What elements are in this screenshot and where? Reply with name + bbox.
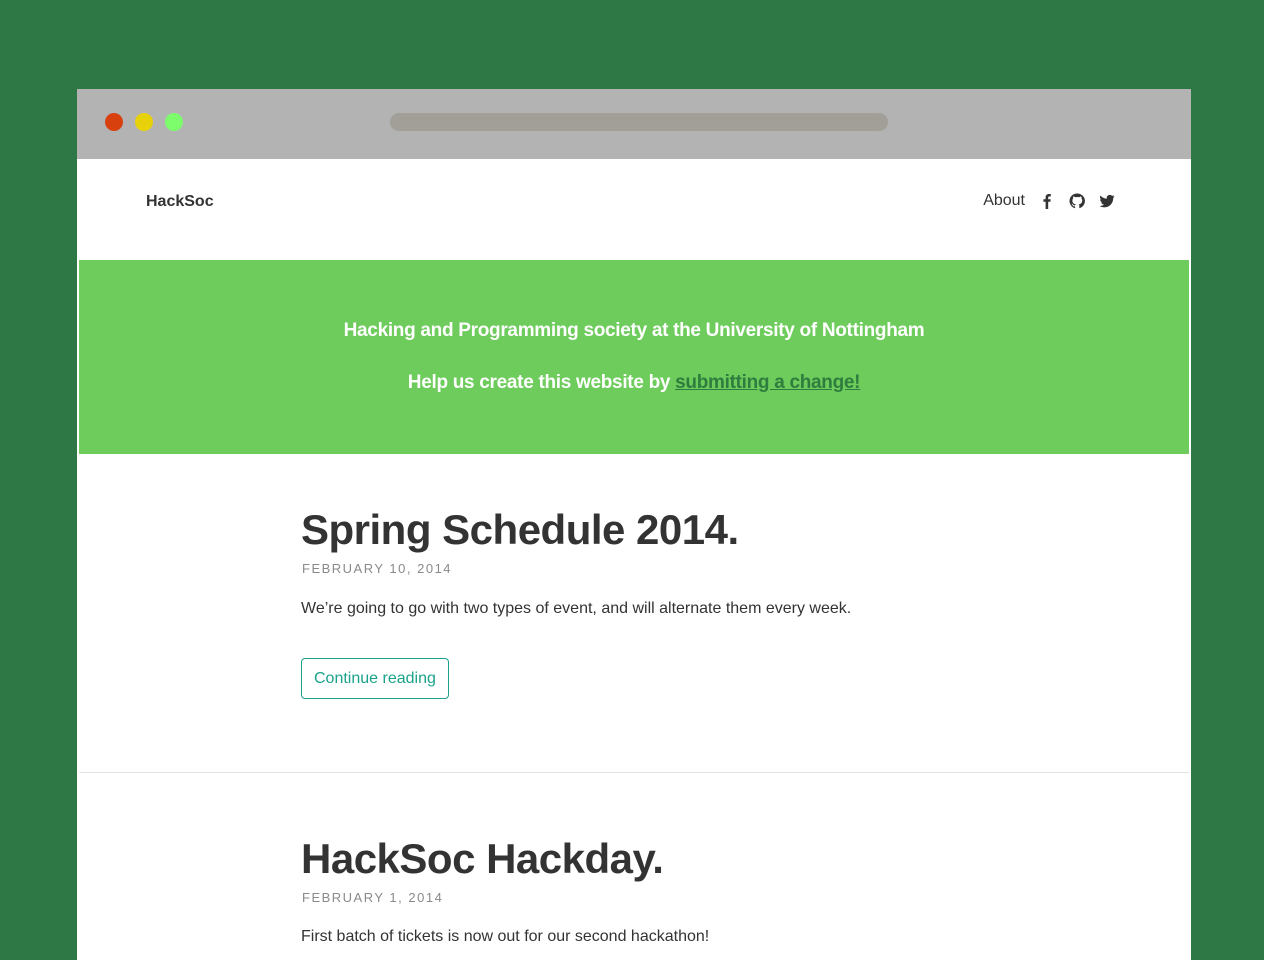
maximize-window-dot[interactable] [165, 113, 183, 131]
browser-window: HackSoc About Hacking and Programming so… [77, 89, 1191, 960]
page-content: HackSoc About Hacking and Programming so… [79, 159, 1189, 960]
hero-cta-prefix: Help us create this website by [407, 372, 676, 393]
continue-reading-button[interactable]: Continue reading [301, 658, 449, 699]
github-icon[interactable] [1069, 193, 1085, 209]
hero-banner: Hacking and Programming society at the U… [79, 260, 1189, 454]
post-date: FEBRUARY 10, 2014 [302, 561, 453, 576]
post-excerpt: First batch of tickets is now out for ou… [301, 928, 710, 945]
post-date: FEBRUARY 1, 2014 [302, 890, 444, 905]
close-window-dot[interactable] [105, 113, 123, 131]
post-item: HackSoc Hackday. FEBRUARY 1, 2014 First … [79, 773, 1189, 960]
facebook-icon[interactable] [1039, 193, 1055, 209]
browser-titlebar [77, 89, 1191, 159]
nav-links: About [983, 192, 1115, 210]
hero-tagline: Hacking and Programming society at the U… [343, 320, 925, 341]
hero-cta: Help us create this website by submittin… [79, 372, 1189, 394]
site-header: HackSoc About [79, 159, 1189, 259]
post-title[interactable]: Spring Schedule 2014. [301, 506, 739, 554]
nav-about-link[interactable]: About [983, 192, 1025, 210]
twitter-icon[interactable] [1099, 193, 1115, 209]
post-excerpt: We’re going to go with two types of even… [301, 600, 852, 617]
minimize-window-dot[interactable] [135, 113, 153, 131]
post-item: Spring Schedule 2014. FEBRUARY 10, 2014 … [79, 454, 1189, 773]
submit-change-link[interactable]: submitting a change! [675, 372, 860, 393]
post-title[interactable]: HackSoc Hackday. [301, 835, 664, 883]
address-bar[interactable] [390, 113, 888, 131]
site-brand-link[interactable]: HackSoc [146, 193, 214, 211]
